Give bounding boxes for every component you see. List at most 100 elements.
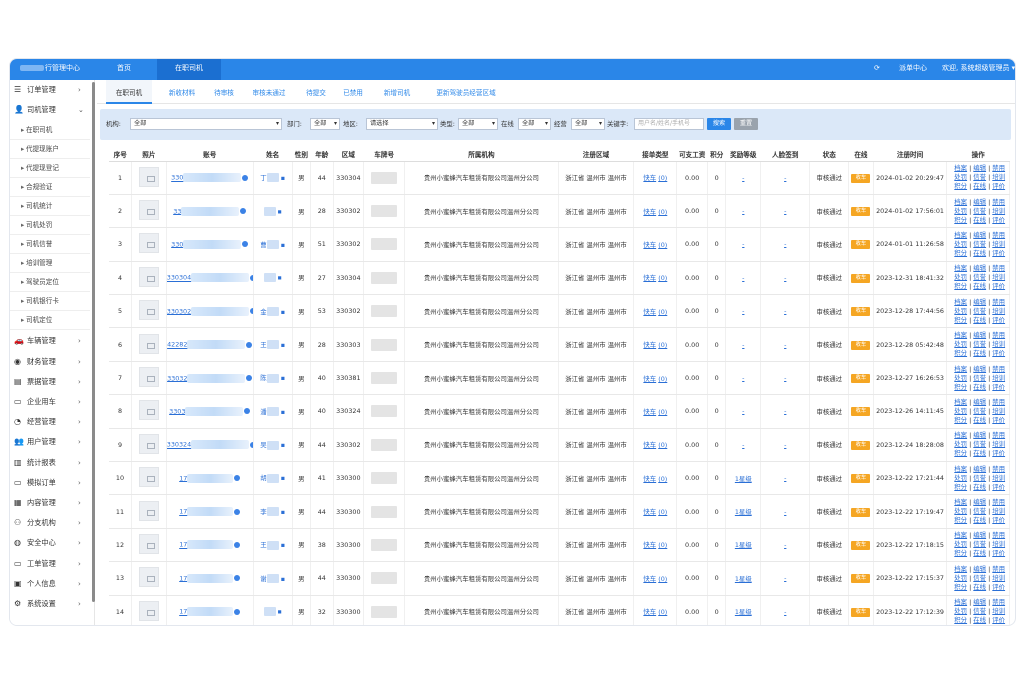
sidebar-item-monitor[interactable]: ▭ 模拟订单 ›: [10, 474, 90, 492]
op-link[interactable]: 评价: [992, 249, 1005, 257]
op-link[interactable]: 在线: [973, 383, 986, 391]
driver-name-link[interactable]: 潘: [260, 408, 266, 416]
op-link[interactable]: 档案: [954, 164, 967, 172]
op-link[interactable]: 信誉: [973, 540, 986, 548]
face-checkin-link[interactable]: -: [784, 574, 786, 582]
photo-thumbnail[interactable]: [138, 600, 159, 621]
reward-level-link[interactable]: -: [742, 274, 744, 282]
order-count-link[interactable]: (0): [658, 375, 667, 383]
op-link[interactable]: 编辑: [973, 164, 986, 172]
op-link[interactable]: 培训: [992, 540, 1005, 548]
order-count-link[interactable]: (0): [658, 274, 667, 282]
op-link[interactable]: 信誉: [973, 340, 986, 348]
op-link[interactable]: 在线: [973, 182, 986, 190]
face-checkin-link[interactable]: -: [784, 240, 786, 248]
order-type-link[interactable]: 快车: [643, 174, 656, 182]
op-link[interactable]: 评价: [992, 516, 1005, 524]
sidebar-subitem[interactable]: ▸ 司机定位: [10, 311, 90, 331]
table-row[interactable]: 1 330 丁 ▪ 男 44 330304 贵州小蜜蜂汽车租赁有限公司温州分公司 浙江省 温州…: [109, 161, 1010, 195]
order-count-link[interactable]: (0): [658, 208, 667, 216]
op-link[interactable]: 禁用: [992, 531, 1005, 539]
sidebar-subitem[interactable]: ▸ 代提现登记: [10, 159, 90, 179]
table-row[interactable]: 5 330302 金 ▪ 男 53 330302 贵州小蜜蜂汽车租赁有限公司温州分公司 浙江省…: [109, 294, 1010, 329]
refresh-icon[interactable]: ⟳: [874, 59, 880, 77]
driver-name-link[interactable]: 王: [260, 541, 266, 549]
table-row[interactable]: 13 17 谢 ▪ 男 44 330300 贵州小蜜蜂汽车租赁有限公司温州分公司 浙江省 温州…: [109, 561, 1010, 596]
sidebar-subitem[interactable]: ▸ 培训管理: [10, 254, 90, 274]
op-link[interactable]: 积分: [954, 549, 967, 557]
order-type-link[interactable]: 快车: [643, 508, 656, 516]
op-link[interactable]: 信誉: [973, 440, 986, 448]
op-link[interactable]: 积分: [954, 483, 967, 491]
face-checkin-link[interactable]: -: [784, 407, 786, 415]
op-link[interactable]: 积分: [954, 449, 967, 457]
subtab-1[interactable]: 新收材料: [161, 80, 203, 104]
op-link[interactable]: 评价: [992, 282, 1005, 290]
account-link[interactable]: 330: [171, 240, 183, 248]
face-checkin-link[interactable]: -: [784, 608, 786, 616]
reward-level-link[interactable]: 1星级: [735, 575, 752, 583]
photo-thumbnail[interactable]: [138, 166, 159, 187]
op-link[interactable]: 信誉: [973, 207, 986, 215]
driver-name-link[interactable]: 李: [260, 508, 266, 516]
driver-name-link[interactable]: 曹: [260, 241, 266, 249]
op-link[interactable]: 编辑: [973, 431, 986, 439]
op-link[interactable]: 信誉: [973, 407, 986, 415]
driver-name-link[interactable]: 吴: [260, 441, 266, 449]
op-link[interactable]: 信誉: [973, 474, 986, 482]
op-link[interactable]: 档案: [954, 331, 967, 339]
op-link[interactable]: 积分: [954, 216, 967, 224]
op-link[interactable]: 评价: [992, 583, 1005, 591]
op-link[interactable]: 积分: [954, 282, 967, 290]
op-link[interactable]: 禁用: [992, 598, 1005, 606]
face-checkin-link[interactable]: -: [784, 541, 786, 549]
op-link[interactable]: 信誉: [973, 173, 986, 181]
op-link[interactable]: 处罚: [954, 240, 967, 248]
account-link[interactable]: 17: [179, 574, 187, 582]
order-count-link[interactable]: (0): [658, 308, 667, 316]
op-link[interactable]: 处罚: [954, 440, 967, 448]
op-link[interactable]: 培训: [992, 440, 1005, 448]
reward-level-link[interactable]: -: [742, 441, 744, 449]
reward-level-link[interactable]: -: [742, 341, 744, 349]
op-link[interactable]: 评价: [992, 616, 1005, 624]
op-link[interactable]: 在线: [973, 316, 986, 324]
op-link[interactable]: 在线: [973, 483, 986, 491]
op-link[interactable]: 处罚: [954, 273, 967, 281]
order-count-link[interactable]: (0): [658, 541, 667, 549]
face-checkin-link[interactable]: -: [784, 207, 786, 215]
account-link[interactable]: 17: [179, 541, 187, 549]
sidebar-item-pie-chart[interactable]: ◔ 经营管理 ›: [10, 413, 90, 431]
area-select[interactable]: 请选择 ▾: [366, 118, 438, 130]
op-link[interactable]: 评价: [992, 383, 1005, 391]
photo-thumbnail[interactable]: [138, 300, 159, 321]
op-link[interactable]: 评价: [992, 483, 1005, 491]
org-select[interactable]: 全部 ▾: [130, 118, 282, 130]
op-link[interactable]: 评价: [992, 416, 1005, 424]
user-menu[interactable]: 欢迎, 系统超级管理员 ▾: [942, 59, 1015, 77]
face-checkin-link[interactable]: -: [784, 374, 786, 382]
order-type-link[interactable]: 快车: [643, 475, 656, 483]
sidebar-item-finance[interactable]: ◉ 财务管理 ›: [10, 353, 90, 371]
table-row[interactable]: 11 17 李 ▪ 男 44 330300 贵州小蜜蜂汽车租赁有限公司温州分公司 浙江省 温州…: [109, 494, 1010, 529]
order-count-link[interactable]: (0): [658, 441, 667, 449]
op-link[interactable]: 处罚: [954, 173, 967, 181]
face-checkin-link[interactable]: -: [784, 474, 786, 482]
photo-thumbnail[interactable]: [138, 567, 159, 588]
op-link[interactable]: 处罚: [954, 407, 967, 415]
op-link[interactable]: 在线: [973, 616, 986, 624]
face-checkin-link[interactable]: -: [784, 341, 786, 349]
order-type-link[interactable]: 快车: [643, 308, 656, 316]
driver-name-link[interactable]: 谢: [260, 575, 266, 583]
order-count-link[interactable]: (0): [658, 408, 667, 416]
photo-thumbnail[interactable]: [138, 533, 159, 554]
op-link[interactable]: 评价: [992, 216, 1005, 224]
photo-thumbnail[interactable]: [138, 433, 159, 454]
dispatch-center-link[interactable]: 派单中心: [899, 59, 927, 77]
order-type-link[interactable]: 快车: [643, 441, 656, 449]
photo-thumbnail[interactable]: [138, 333, 159, 354]
sidebar-subitem[interactable]: ▸ 司机处罚: [10, 216, 90, 236]
reward-level-link[interactable]: -: [742, 207, 744, 215]
op-link[interactable]: 信誉: [973, 307, 986, 315]
op-link[interactable]: 处罚: [954, 574, 967, 582]
